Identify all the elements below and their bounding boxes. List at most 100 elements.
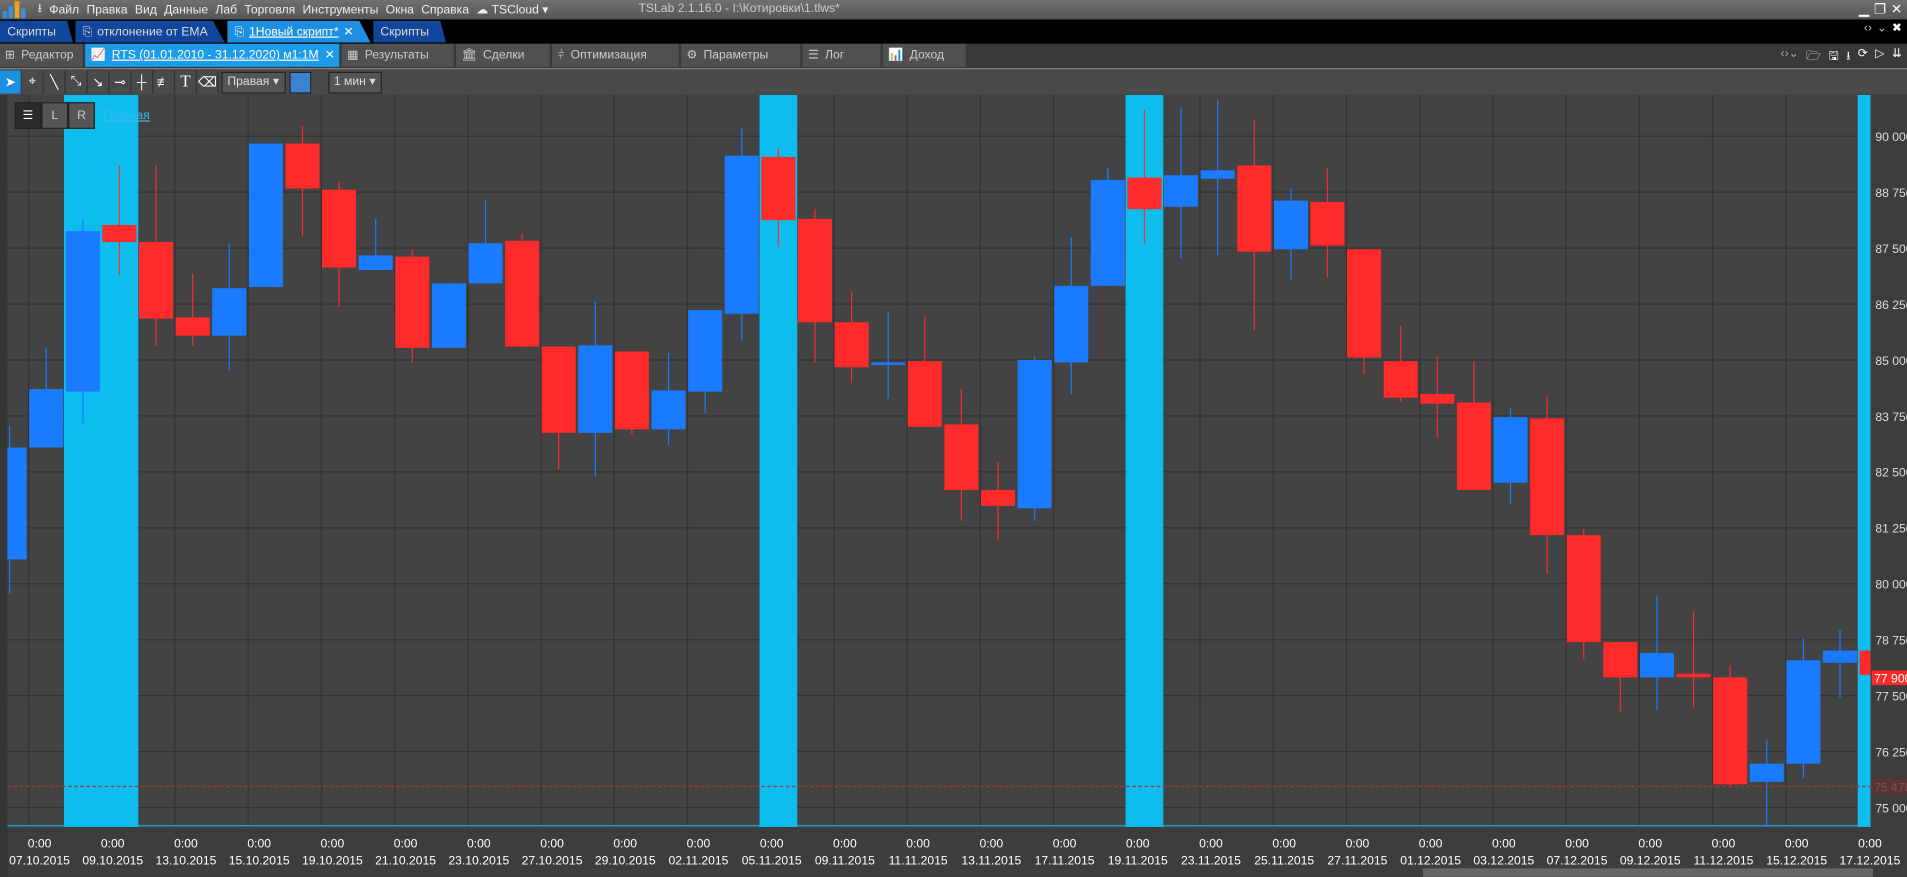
tab-income[interactable]: 📊 Доход	[883, 43, 967, 67]
time-tick-label: 0:00	[28, 837, 52, 851]
time-tick-label: 0:00	[760, 837, 784, 851]
crosshair-tool-icon[interactable]: ⌖	[22, 70, 44, 94]
step-icon[interactable]: ⇊	[1892, 47, 1902, 68]
menu-windows[interactable]: Окна	[382, 3, 418, 16]
menu-help[interactable]: Справка	[418, 3, 473, 16]
menu-file[interactable]: Файл	[46, 3, 83, 16]
close-tab-icon[interactable]: ✕	[325, 49, 335, 62]
chevron-down-icon[interactable]: ⌄	[1877, 22, 1887, 35]
vertical-line-tool-icon[interactable]: ┼	[131, 70, 154, 94]
interval-select[interactable]: 1 мин ▾	[327, 71, 382, 94]
chart-icon: 📈	[90, 48, 106, 63]
menu-tools[interactable]: Инструменты	[299, 3, 382, 16]
menu-lab[interactable]: Лаб	[212, 3, 241, 16]
date-tick-label: 19.11.2015	[1108, 854, 1168, 868]
pointer-tool-icon[interactable]: ➤	[0, 70, 22, 94]
left-axis-button[interactable]: L	[41, 102, 69, 129]
play-icon[interactable]: ▷	[1875, 47, 1884, 68]
script-tabs: Скрипты ⎘ отклонение от EMA ⎘ 1Новый скрип…	[0, 19, 1907, 44]
date-tick-label: 23.10.2015	[448, 854, 509, 868]
script-icon: ⎘	[82, 24, 93, 39]
text-tool-icon[interactable]: T	[175, 70, 198, 94]
candle-body	[1127, 177, 1162, 210]
candle-body	[541, 346, 576, 433]
download-icon[interactable]: ⭳	[34, 0, 46, 20]
tab-deals[interactable]: 🏛 Сделки	[456, 43, 551, 67]
color-picker[interactable]	[288, 71, 311, 94]
price-tick-label: 90 000	[1875, 130, 1907, 144]
candle-body	[871, 362, 906, 365]
candle-body	[980, 490, 1016, 506]
axis-side-select[interactable]: Правая ▾	[221, 71, 286, 94]
close-tab-icon[interactable]: ✕	[343, 25, 353, 38]
fibonacci-tool-icon[interactable]: ≢	[153, 70, 176, 94]
legend-list-icon[interactable]: ☰	[14, 102, 42, 129]
tab-label: Скрипты	[380, 24, 429, 39]
nav-arrows-icon[interactable]: ‹›	[1864, 22, 1872, 35]
arrow-line-tool-icon[interactable]: ↘	[88, 70, 110, 94]
tab-scripts-2[interactable]: Скрипты	[373, 20, 447, 43]
candle-body	[1493, 417, 1528, 483]
candlestick-chart[interactable]: 90 000 88 750 87 500 86 250 85 000 83 750 82 5…	[0, 94, 1907, 877]
candle-body	[1749, 763, 1784, 782]
tab-scripts[interactable]: Скрипты	[0, 20, 73, 43]
horizontal-scrollbar[interactable]	[1422, 868, 1873, 877]
signal-highlight-bar	[63, 94, 102, 828]
refresh-icon[interactable]: ⟳	[1858, 47, 1868, 68]
tab-label: Параметры	[703, 48, 769, 63]
candle-body	[1420, 394, 1455, 404]
tab-results[interactable]: ▦ Результаты	[342, 43, 455, 67]
candle-body	[688, 310, 723, 392]
date-tick-label: 15.10.2015	[229, 854, 290, 868]
menu-edit[interactable]: Правка	[83, 3, 131, 16]
editor-icon: ⊞	[4, 48, 16, 63]
tab-label: Доход	[909, 48, 945, 63]
date-tick-label: 11.12.2015	[1694, 854, 1754, 868]
candle-body	[578, 345, 613, 433]
date-tick-label: 01.12.2015	[1400, 854, 1461, 868]
nav-arrows-icon[interactable]: ‹›⌄	[1781, 47, 1799, 68]
tab-ema-deviation[interactable]: ⎘ отклонение от EMA	[75, 20, 225, 43]
date-tick-label: 13.11.2015	[961, 854, 1021, 868]
time-tick-label: 0:00	[1272, 837, 1296, 851]
price-tick-label: 85 000	[1875, 354, 1907, 368]
tab-editor[interactable]: ⊞ Редактор	[0, 43, 84, 67]
price-tick-label: 76 250	[1875, 745, 1907, 759]
tab-new-script[interactable]: ⎘ 1Новый скрипт* ✕	[227, 20, 371, 43]
candle-body	[1713, 677, 1748, 785]
horizontal-line-tool-icon[interactable]: ⊸	[109, 70, 132, 94]
delete-drawings-icon[interactable]: ⌫	[197, 70, 219, 94]
time-tick-label: 0:00	[1346, 837, 1370, 851]
close-icon[interactable]: ✕	[1891, 1, 1902, 17]
tools-icon[interactable]: ✖	[1892, 22, 1902, 35]
line-tool-icon[interactable]: ╲	[44, 70, 66, 94]
menu-view[interactable]: Вид	[131, 3, 160, 16]
open-folder-icon[interactable]: 🗁	[1806, 47, 1821, 68]
tab-log[interactable]: ☰ Лог	[803, 43, 882, 67]
right-axis-button[interactable]: R	[68, 102, 95, 129]
tab-label: отклонение от EMA	[97, 24, 208, 39]
income-icon: 📊	[888, 48, 904, 63]
plot-area	[7, 94, 1871, 828]
candle-body	[1164, 175, 1199, 207]
pane-main-link[interactable]: Главная	[103, 109, 149, 122]
price-tick-label: 78 750	[1875, 634, 1907, 648]
candle-body	[1822, 650, 1858, 663]
time-tick-label: 0:00	[1638, 837, 1662, 851]
download-icon[interactable]: ⭳	[1846, 47, 1850, 68]
restore-icon[interactable]: ❐	[1874, 1, 1886, 17]
tab-optimization[interactable]: ⫩ Оптимизация	[552, 43, 680, 67]
ray-tool-icon[interactable]: ⤡	[66, 70, 88, 94]
interval-value: 1 мин	[333, 75, 366, 89]
menu-data[interactable]: Данные	[161, 3, 212, 16]
candle-body	[431, 283, 466, 348]
menu-trading[interactable]: Торговля	[241, 3, 299, 16]
minimize-icon[interactable]: ▁	[1859, 1, 1869, 17]
tab-chart-rts[interactable]: 📈 RTS (01.01.2010 - 31.12.2020) м1:1М ✕	[85, 43, 340, 67]
menu-tscloud[interactable]: ☁ TSCloud ▾	[473, 3, 552, 16]
tab-parameters[interactable]: ⚙ Параметры	[681, 43, 801, 67]
time-tick-label: 0:00	[1126, 837, 1150, 851]
save-icon[interactable]: 🖫	[1829, 47, 1839, 68]
date-tick-label: 07.12.2015	[1547, 854, 1608, 868]
candle-body	[1676, 673, 1711, 678]
